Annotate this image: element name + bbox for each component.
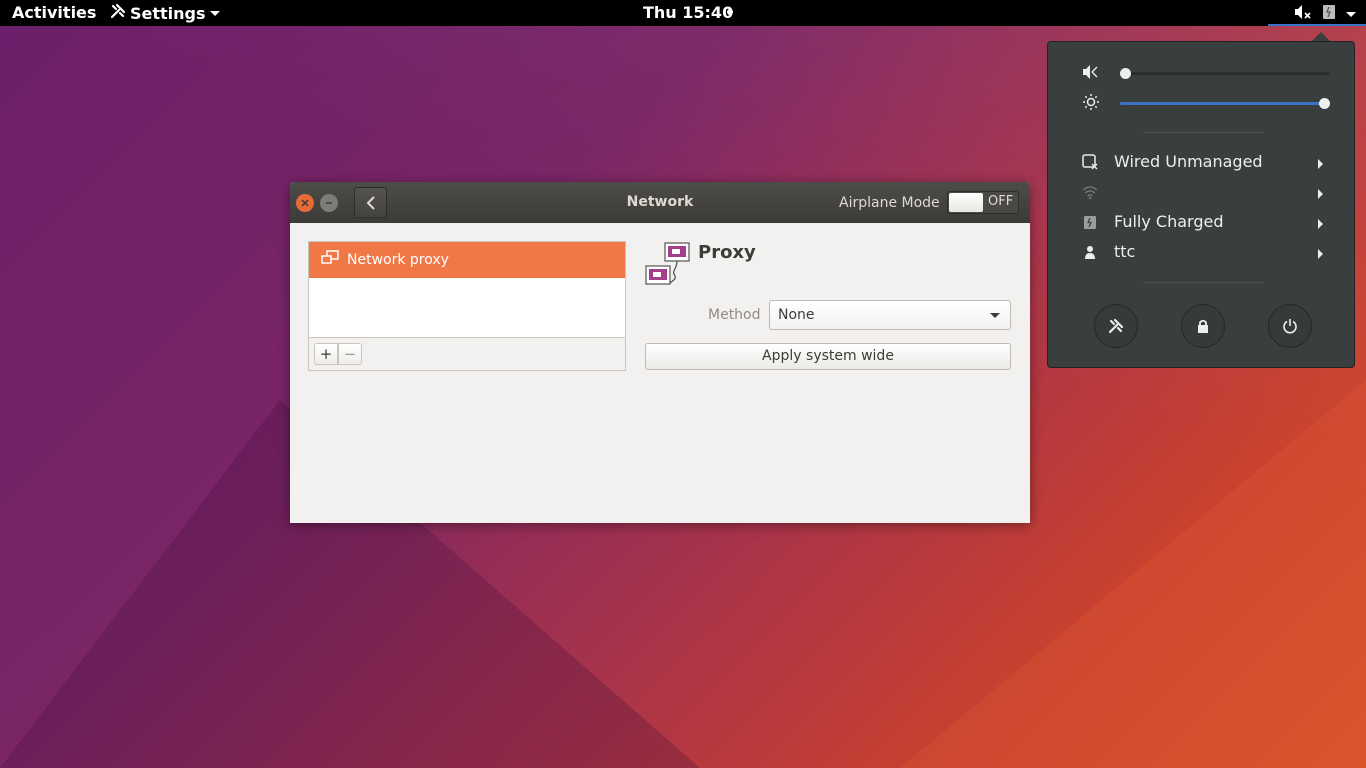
method-dropdown[interactable]: None bbox=[769, 300, 1011, 330]
brightness-slider[interactable] bbox=[1120, 98, 1330, 109]
menu-row-battery[interactable]: Fully Charged bbox=[1048, 208, 1354, 238]
lock-icon bbox=[1198, 319, 1208, 333]
user-icon bbox=[1082, 244, 1098, 260]
settings-button[interactable] bbox=[1094, 304, 1138, 348]
switch-state: OFF bbox=[988, 194, 1014, 209]
tray-active-indicator bbox=[1268, 24, 1366, 26]
page-title: Proxy bbox=[698, 242, 756, 263]
add-connection-button[interactable]: + bbox=[314, 343, 338, 365]
user-label: ttc bbox=[1114, 242, 1136, 261]
method-value: None bbox=[778, 307, 815, 323]
network-proxy-icon bbox=[321, 250, 339, 270]
clock[interactable]: Thu 15:40 bbox=[643, 3, 733, 22]
separator bbox=[1143, 132, 1263, 133]
brightness-icon bbox=[1082, 93, 1100, 111]
chevron-down-icon bbox=[209, 10, 220, 16]
menu-row-wired[interactable]: Wired Unmanaged bbox=[1048, 148, 1354, 178]
network-settings-window: Network Airplane Mode OFF Network proxy … bbox=[290, 182, 1030, 523]
chevron-right-icon bbox=[1318, 159, 1323, 169]
brightness-slider-row bbox=[1082, 93, 1332, 113]
battery-icon bbox=[1322, 4, 1336, 24]
battery-icon bbox=[1082, 214, 1098, 230]
chevron-right-icon bbox=[1318, 189, 1323, 199]
system-menu: Wired Unmanaged Fully Charged ttc bbox=[1047, 41, 1355, 368]
menu-row-user[interactable]: ttc bbox=[1048, 238, 1354, 268]
wired-network-icon bbox=[1082, 154, 1098, 170]
remove-connection-button[interactable]: − bbox=[338, 343, 362, 365]
connection-list: Network proxy + − bbox=[308, 241, 626, 371]
switch-knob bbox=[949, 193, 983, 212]
notification-dot bbox=[727, 9, 733, 15]
volume-knob[interactable] bbox=[1120, 68, 1131, 79]
proxy-icon bbox=[645, 242, 691, 288]
power-icon bbox=[1283, 319, 1297, 334]
chevron-down-icon bbox=[990, 313, 1000, 318]
method-label: Method bbox=[708, 307, 761, 323]
settings-tools-icon bbox=[110, 3, 126, 23]
app-menu-label: Settings bbox=[130, 3, 206, 23]
activities-button[interactable]: Activities bbox=[12, 3, 96, 22]
volume-slider-row bbox=[1082, 63, 1332, 83]
chevron-right-icon bbox=[1318, 219, 1323, 229]
battery-label: Fully Charged bbox=[1114, 212, 1224, 231]
menu-row-wifi[interactable] bbox=[1048, 178, 1354, 208]
airplane-mode-label: Airplane Mode bbox=[839, 195, 940, 211]
list-item-network-proxy[interactable]: Network proxy bbox=[309, 242, 625, 278]
title-bar: Network Airplane Mode OFF bbox=[290, 182, 1030, 223]
volume-muted-icon bbox=[1294, 4, 1312, 24]
brightness-fill bbox=[1120, 102, 1325, 105]
list-item-label: Network proxy bbox=[347, 252, 449, 268]
chevron-right-icon bbox=[1318, 249, 1323, 259]
list-toolbar: + − bbox=[309, 337, 625, 370]
apply-system-wide-button[interactable]: Apply system wide bbox=[645, 343, 1011, 370]
wifi-icon bbox=[1082, 184, 1098, 200]
brightness-knob[interactable] bbox=[1319, 98, 1330, 109]
volume-muted-icon bbox=[1082, 63, 1100, 81]
settings-icon bbox=[1108, 318, 1124, 334]
chevron-down-icon bbox=[1346, 11, 1356, 17]
system-tray[interactable] bbox=[1294, 4, 1356, 24]
wired-label: Wired Unmanaged bbox=[1114, 152, 1263, 171]
app-menu[interactable]: Settings bbox=[110, 3, 220, 23]
airplane-mode-switch[interactable]: OFF bbox=[947, 191, 1019, 214]
separator bbox=[1143, 282, 1263, 283]
power-button[interactable] bbox=[1268, 304, 1312, 348]
volume-slider[interactable] bbox=[1120, 68, 1330, 79]
lock-button[interactable] bbox=[1181, 304, 1225, 348]
top-bar: Activities Settings Thu 15:40 bbox=[0, 0, 1366, 26]
